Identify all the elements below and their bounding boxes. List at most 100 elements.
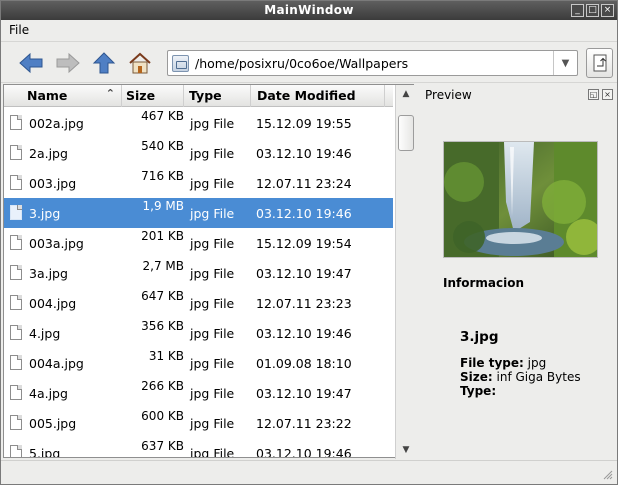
file-date: 12.07.11 23:24 bbox=[256, 176, 352, 191]
file-date: 03.12.10 19:46 bbox=[256, 446, 352, 458]
up-arrow-icon bbox=[92, 52, 116, 74]
file-icon bbox=[10, 445, 22, 457]
file-name: 4.jpg bbox=[29, 326, 61, 341]
file-type: jpg File bbox=[190, 146, 235, 161]
column-header-date[interactable]: Date Modified bbox=[251, 85, 385, 107]
table-row[interactable]: 4a.jpg 266 KB jpg File 03.12.10 19:47 bbox=[4, 378, 393, 408]
file-size: 600 KB bbox=[141, 409, 184, 423]
close-panel-icon[interactable]: × bbox=[602, 89, 613, 100]
file-date: 03.12.10 19:47 bbox=[256, 266, 352, 281]
file-name: 3a.jpg bbox=[29, 266, 68, 281]
table-row[interactable]: 004.jpg 647 KB jpg File 12.07.11 23:23 bbox=[4, 288, 393, 318]
file-icon bbox=[10, 415, 22, 430]
file-size: 266 KB bbox=[141, 379, 184, 393]
file-list-header: Name ⌃ Size Type Date Modified bbox=[4, 85, 393, 107]
file-name: 004.jpg bbox=[29, 296, 77, 311]
scrollbar-thumb[interactable] bbox=[398, 115, 414, 151]
column-header-type[interactable]: Type bbox=[184, 85, 251, 107]
chevron-down-icon[interactable]: ▼ bbox=[553, 51, 577, 75]
file-type: jpg File bbox=[190, 416, 235, 431]
table-row[interactable]: 5.jpg 637 KB jpg File 03.12.10 19:46 bbox=[4, 438, 393, 458]
file-icon bbox=[10, 235, 22, 250]
file-icon bbox=[10, 325, 22, 340]
file-icon bbox=[10, 115, 22, 130]
file-date: 12.07.11 23:23 bbox=[256, 296, 352, 311]
file-icon bbox=[10, 175, 22, 190]
vertical-scrollbar[interactable]: ▲ ▼ bbox=[395, 85, 416, 459]
title-bar[interactable]: MainWindow _ □ × bbox=[1, 1, 617, 20]
forward-arrow-icon bbox=[56, 52, 80, 74]
main-window: MainWindow _ □ × File /home/posixru/0co6… bbox=[0, 0, 618, 485]
file-type: jpg File bbox=[190, 176, 235, 191]
size-line: Size: inf Giga Bytes bbox=[460, 370, 581, 384]
file-icon bbox=[10, 145, 22, 160]
file-name: 4a.jpg bbox=[29, 386, 68, 401]
minimize-button[interactable]: _ bbox=[571, 4, 584, 17]
file-type: jpg File bbox=[190, 356, 235, 371]
parent-directory-button[interactable] bbox=[586, 48, 613, 78]
info-heading: Informacion bbox=[443, 276, 525, 290]
close-button[interactable]: × bbox=[601, 4, 614, 17]
table-row[interactable]: 4.jpg 356 KB jpg File 03.12.10 19:46 bbox=[4, 318, 393, 348]
file-type: jpg File bbox=[190, 446, 235, 458]
file-name: 3.jpg bbox=[29, 206, 61, 221]
file-list[interactable]: Name ⌃ Size Type Date Modified 002a.jpg 4… bbox=[3, 84, 414, 458]
window-title: MainWindow bbox=[264, 3, 354, 17]
preview-file-name: 3.jpg bbox=[460, 329, 499, 345]
file-name: 004a.jpg bbox=[29, 356, 84, 371]
table-row[interactable]: 005.jpg 600 KB jpg File 12.07.11 23:22 bbox=[4, 408, 393, 438]
file-size: 31 KB bbox=[148, 349, 184, 363]
file-size: 2,7 MB bbox=[142, 259, 184, 273]
file-name: 003a.jpg bbox=[29, 236, 84, 251]
resize-grip-icon[interactable] bbox=[603, 470, 613, 480]
home-icon bbox=[129, 52, 151, 74]
home-button[interactable] bbox=[126, 50, 154, 76]
table-row[interactable]: 3.jpg 1,9 MB jpg File 03.12.10 19:46 bbox=[4, 198, 393, 228]
type-line: Type: bbox=[460, 384, 497, 398]
scroll-up-arrow[interactable]: ▲ bbox=[398, 87, 414, 101]
file-date: 03.12.10 19:46 bbox=[256, 146, 352, 161]
up-button[interactable] bbox=[90, 50, 118, 76]
forward-button[interactable] bbox=[54, 50, 82, 76]
table-row[interactable]: 004a.jpg 31 KB jpg File 01.09.08 18:10 bbox=[4, 348, 393, 378]
column-header-size[interactable]: Size bbox=[122, 85, 184, 107]
file-date: 03.12.10 19:46 bbox=[256, 206, 352, 221]
file-date: 15.12.09 19:54 bbox=[256, 236, 352, 251]
file-type: jpg File bbox=[190, 386, 235, 401]
image-thumbnail bbox=[443, 141, 598, 258]
file-date: 03.12.10 19:46 bbox=[256, 326, 352, 341]
maximize-button[interactable]: □ bbox=[586, 4, 599, 17]
file-size: 356 KB bbox=[141, 319, 184, 333]
file-date: 01.09.08 18:10 bbox=[256, 356, 352, 371]
file-icon bbox=[10, 355, 22, 370]
back-button[interactable] bbox=[17, 50, 45, 76]
column-header-name[interactable]: Name ⌃ bbox=[4, 85, 122, 107]
level-up-icon bbox=[593, 54, 606, 72]
table-row[interactable]: 003.jpg 716 KB jpg File 12.07.11 23:24 bbox=[4, 168, 393, 198]
file-type: jpg File bbox=[190, 296, 235, 311]
preview-panel: Preview ◱ × Informacion 3.jpg File type:… bbox=[418, 84, 617, 459]
file-name: 002a.jpg bbox=[29, 116, 84, 131]
path-text[interactable]: /home/posixru/0co6oe/Wallpapers bbox=[195, 56, 408, 71]
file-type: jpg File bbox=[190, 326, 235, 341]
menu-file[interactable]: File bbox=[9, 23, 29, 37]
file-size: 1,9 MB bbox=[142, 199, 184, 213]
file-size: 647 KB bbox=[141, 289, 184, 303]
file-name: 005.jpg bbox=[29, 416, 77, 431]
file-icon bbox=[10, 385, 22, 400]
scroll-down-arrow[interactable]: ▼ bbox=[398, 443, 414, 457]
float-panel-icon[interactable]: ◱ bbox=[588, 89, 599, 100]
path-combobox[interactable]: /home/posixru/0co6oe/Wallpapers ▼ bbox=[167, 50, 578, 76]
table-row[interactable]: 002a.jpg 467 KB jpg File 15.12.09 19:55 bbox=[4, 108, 393, 138]
table-row[interactable]: 003a.jpg 201 KB jpg File 15.12.09 19:54 bbox=[4, 228, 393, 258]
file-type: jpg File bbox=[190, 236, 235, 251]
table-row[interactable]: 2a.jpg 540 KB jpg File 03.12.10 19:46 bbox=[4, 138, 393, 168]
table-row[interactable]: 3a.jpg 2,7 MB jpg File 03.12.10 19:47 bbox=[4, 258, 393, 288]
file-date: 15.12.09 19:55 bbox=[256, 116, 352, 131]
file-size: 201 KB bbox=[141, 229, 184, 243]
file-type: jpg File bbox=[190, 206, 235, 221]
status-bar bbox=[1, 460, 617, 484]
file-name: 2a.jpg bbox=[29, 146, 68, 161]
file-icon bbox=[10, 205, 22, 220]
file-type: jpg File bbox=[190, 266, 235, 281]
